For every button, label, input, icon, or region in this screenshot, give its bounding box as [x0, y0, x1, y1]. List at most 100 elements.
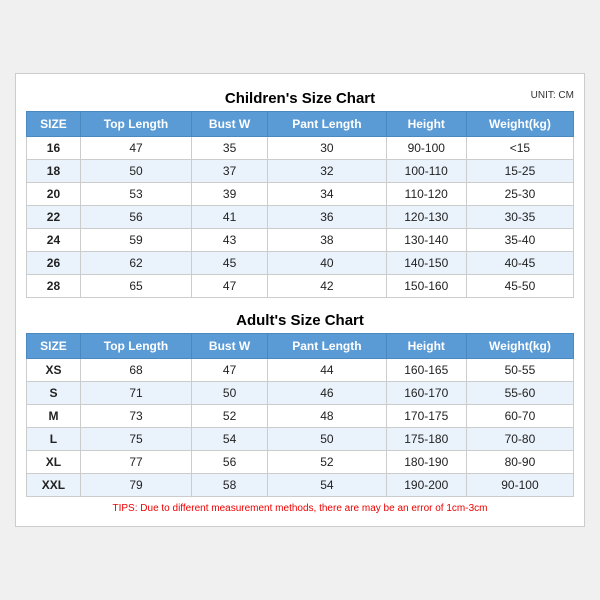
table-cell: 44	[268, 359, 386, 382]
table-row: XXL795854190-20090-100	[27, 474, 574, 497]
table-cell: 47	[192, 275, 268, 298]
table-cell: 42	[268, 275, 386, 298]
table-cell: 48	[268, 405, 386, 428]
table-row: 20533934110-12025-30	[27, 183, 574, 206]
table-cell: 110-120	[386, 183, 466, 206]
children-title-text: Children's Size Chart	[225, 90, 375, 107]
table-row: L755450175-18070-80	[27, 428, 574, 451]
col-header-size: SIZE	[27, 112, 81, 137]
table-cell: 58	[192, 474, 268, 497]
table-cell: 160-170	[386, 382, 466, 405]
table-row: M735248170-17560-70	[27, 405, 574, 428]
children-table-body: 1647353090-100<1518503732100-11015-25205…	[27, 137, 574, 298]
table-cell: 130-140	[386, 229, 466, 252]
children-table-header-row: SIZE Top Length Bust W Pant Length Heigh…	[27, 112, 574, 137]
adult-col-header-size: SIZE	[27, 334, 81, 359]
table-cell: 40-45	[466, 252, 573, 275]
adult-col-header-top-length: Top Length	[80, 334, 191, 359]
adult-col-header-pant-length: Pant Length	[268, 334, 386, 359]
table-row: S715046160-17055-60	[27, 382, 574, 405]
table-row: 1647353090-100<15	[27, 137, 574, 160]
unit-label: UNIT: CM	[531, 90, 574, 101]
adult-col-header-bust-w: Bust W	[192, 334, 268, 359]
table-cell: 35	[192, 137, 268, 160]
children-size-table: SIZE Top Length Bust W Pant Length Heigh…	[26, 111, 574, 298]
col-header-height: Height	[386, 112, 466, 137]
table-cell: 70-80	[466, 428, 573, 451]
table-cell: 47	[80, 137, 191, 160]
table-row: 28654742150-16045-50	[27, 275, 574, 298]
table-cell: 50-55	[466, 359, 573, 382]
table-cell: 53	[80, 183, 191, 206]
table-cell: 75	[80, 428, 191, 451]
table-cell: 47	[192, 359, 268, 382]
col-header-top-length: Top Length	[80, 112, 191, 137]
table-cell: 175-180	[386, 428, 466, 451]
table-row: 22564136120-13030-35	[27, 206, 574, 229]
table-cell: 24	[27, 229, 81, 252]
table-cell: 45-50	[466, 275, 573, 298]
tips-text: TIPS: Due to different measurement metho…	[26, 497, 574, 516]
table-cell: 90-100	[466, 474, 573, 497]
table-cell: 37	[192, 160, 268, 183]
table-cell: 50	[192, 382, 268, 405]
table-cell: 36	[268, 206, 386, 229]
table-cell: 43	[192, 229, 268, 252]
table-cell: 56	[80, 206, 191, 229]
table-cell: XXL	[27, 474, 81, 497]
table-cell: 90-100	[386, 137, 466, 160]
table-cell: 190-200	[386, 474, 466, 497]
table-cell: 52	[268, 451, 386, 474]
table-cell: 160-165	[386, 359, 466, 382]
table-cell: 38	[268, 229, 386, 252]
table-cell: 30-35	[466, 206, 573, 229]
table-cell: 22	[27, 206, 81, 229]
table-cell: 60-70	[466, 405, 573, 428]
adult-table-body: XS684744160-16550-55S715046160-17055-60M…	[27, 359, 574, 497]
table-cell: 52	[192, 405, 268, 428]
table-cell: 35-40	[466, 229, 573, 252]
table-cell: 120-130	[386, 206, 466, 229]
table-cell: 62	[80, 252, 191, 275]
table-cell: 77	[80, 451, 191, 474]
table-cell: 25-30	[466, 183, 573, 206]
table-row: 26624540140-15040-45	[27, 252, 574, 275]
table-cell: 26	[27, 252, 81, 275]
adult-title-text: Adult's Size Chart	[236, 312, 364, 329]
adult-table-header-row: SIZE Top Length Bust W Pant Length Heigh…	[27, 334, 574, 359]
table-cell: 73	[80, 405, 191, 428]
adult-col-header-weight: Weight(kg)	[466, 334, 573, 359]
col-header-pant-length: Pant Length	[268, 112, 386, 137]
col-header-bust-w: Bust W	[192, 112, 268, 137]
size-chart-container: Children's Size Chart UNIT: CM SIZE Top …	[15, 73, 585, 527]
table-cell: 40	[268, 252, 386, 275]
table-cell: XL	[27, 451, 81, 474]
table-cell: 16	[27, 137, 81, 160]
table-cell: 18	[27, 160, 81, 183]
table-cell: 45	[192, 252, 268, 275]
table-cell: 54	[192, 428, 268, 451]
table-row: 24594338130-14035-40	[27, 229, 574, 252]
table-cell: 41	[192, 206, 268, 229]
table-cell: 71	[80, 382, 191, 405]
children-section-title: Children's Size Chart UNIT: CM	[26, 84, 574, 111]
table-cell: <15	[466, 137, 573, 160]
table-row: 18503732100-11015-25	[27, 160, 574, 183]
adult-size-table: SIZE Top Length Bust W Pant Length Heigh…	[26, 333, 574, 497]
table-cell: 46	[268, 382, 386, 405]
table-cell: 54	[268, 474, 386, 497]
table-cell: 39	[192, 183, 268, 206]
adult-section-title: Adult's Size Chart	[26, 306, 574, 333]
table-cell: M	[27, 405, 81, 428]
table-cell: 80-90	[466, 451, 573, 474]
table-cell: L	[27, 428, 81, 451]
table-cell: 100-110	[386, 160, 466, 183]
table-cell: 180-190	[386, 451, 466, 474]
table-cell: 65	[80, 275, 191, 298]
col-header-weight: Weight(kg)	[466, 112, 573, 137]
table-cell: 50	[268, 428, 386, 451]
table-cell: 59	[80, 229, 191, 252]
table-row: XS684744160-16550-55	[27, 359, 574, 382]
table-cell: 15-25	[466, 160, 573, 183]
table-cell: 30	[268, 137, 386, 160]
